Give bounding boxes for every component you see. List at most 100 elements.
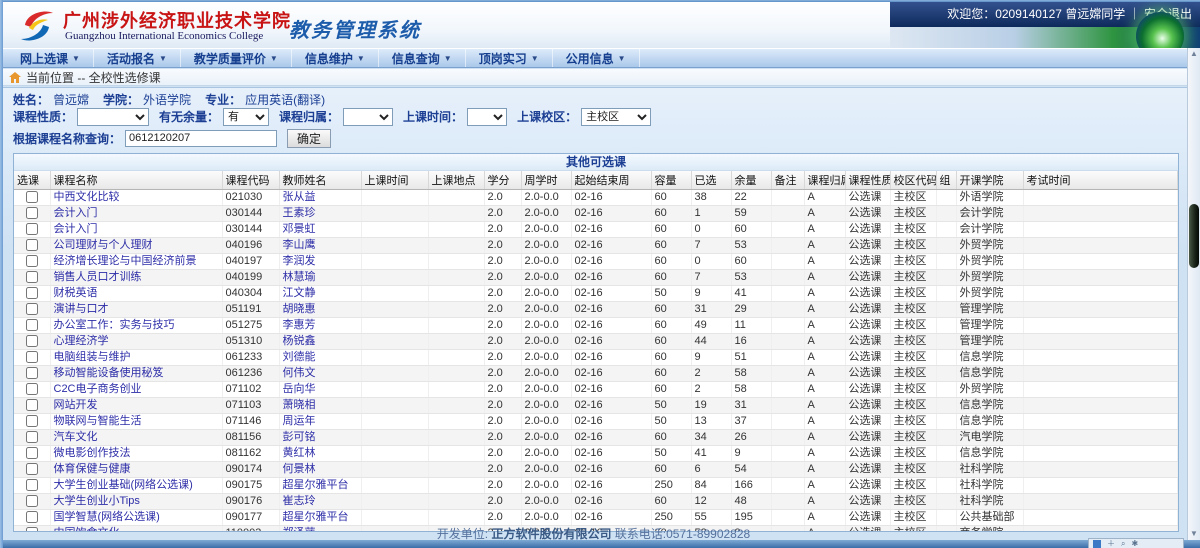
nav-item-teaching-quality-evaluation[interactable]: 教学质量评价▼ — [181, 49, 292, 67]
cell-course-name[interactable]: 公司理财与个人理财 — [50, 238, 222, 254]
cell-select — [14, 462, 50, 478]
select-course-checkbox[interactable] — [26, 287, 38, 299]
course-belong-select[interactable] — [343, 108, 393, 126]
cell-teacher-name[interactable]: 超星尔雅平台 — [279, 478, 361, 494]
select-course-checkbox[interactable] — [26, 463, 38, 475]
cell-teacher-name[interactable]: 萧晓相 — [279, 398, 361, 414]
cell-teacher-name[interactable]: 刘德能 — [279, 350, 361, 366]
select-course-checkbox[interactable] — [26, 447, 38, 459]
cell-teacher-name[interactable]: 崔志玲 — [279, 494, 361, 510]
remainder-select[interactable]: 有 — [223, 108, 269, 126]
select-course-checkbox[interactable] — [26, 367, 38, 379]
cell-course-name[interactable]: 大学生创业基础(网络公选课) — [50, 478, 222, 494]
cell-teacher-name[interactable]: 李惠芳 — [279, 318, 361, 334]
cell-course-name[interactable]: 移动智能设备使用秘笈 — [50, 366, 222, 382]
scrollbar-thumb[interactable] — [1189, 204, 1199, 268]
cell-teacher-name[interactable]: 张从益 — [279, 190, 361, 206]
select-course-checkbox[interactable] — [26, 223, 38, 235]
cell-campus: 主校区 — [890, 350, 936, 366]
cell-note — [771, 414, 804, 430]
cell-class-place — [428, 286, 484, 302]
nav-item-online-course-selection[interactable]: 网上选课▼ — [7, 49, 94, 67]
gear-icon[interactable]: ✱ — [1131, 540, 1138, 548]
select-course-checkbox[interactable] — [26, 431, 38, 443]
cell-course-code: 040196 — [222, 238, 279, 254]
cell-course-name[interactable]: 微电影创作技法 — [50, 446, 222, 462]
cell-course-name[interactable]: 中西文化比较 — [50, 190, 222, 206]
select-course-checkbox[interactable] — [26, 191, 38, 203]
cell-course-name[interactable]: 网站开发 — [50, 398, 222, 414]
cell-selected-count: 9 — [691, 286, 731, 302]
select-course-checkbox[interactable] — [26, 415, 38, 427]
magnifier-icon[interactable]: ⌕ — [1121, 540, 1125, 548]
column-header-remaining: 余量 — [731, 171, 771, 190]
page-scrollbar[interactable]: ▲ ▼ — [1187, 48, 1200, 540]
cell-teacher-name[interactable]: 王素珍 — [279, 206, 361, 222]
select-course-checkbox[interactable] — [26, 495, 38, 507]
cell-course-name[interactable]: 经济增长理论与中国经济前景 — [50, 254, 222, 270]
cell-teacher-name[interactable]: 岳向华 — [279, 382, 361, 398]
cell-teacher-name[interactable]: 超星尔雅平台 — [279, 510, 361, 526]
cell-teacher-name[interactable]: 李山鹰 — [279, 238, 361, 254]
cell-course-name[interactable]: 物联网与智能生活 — [50, 414, 222, 430]
cell-course-name[interactable]: 汽车文化 — [50, 430, 222, 446]
cell-course-name[interactable]: 演讲与口才 — [50, 302, 222, 318]
cell-course-name[interactable]: 大学生创业小Tips — [50, 494, 222, 510]
browser-toolbar-fragment: ＋ ⌕ ✱ — [1088, 538, 1184, 548]
cell-course-name[interactable]: 电脑组装与维护 — [50, 350, 222, 366]
nav-item-activity-registration[interactable]: 活动报名▼ — [94, 49, 181, 67]
select-course-checkbox[interactable] — [26, 511, 38, 523]
cell-teacher-name[interactable]: 周运年 — [279, 414, 361, 430]
cell-course-name[interactable]: C2C电子商务创业 — [50, 382, 222, 398]
cell-teacher-name[interactable]: 林慧瑜 — [279, 270, 361, 286]
cell-course-name[interactable]: 会计入门 — [50, 222, 222, 238]
class-time-select[interactable] — [467, 108, 507, 126]
cell-course-name[interactable]: 办公室工作：实务与技巧 — [50, 318, 222, 334]
campus-select[interactable]: 主校区 — [581, 108, 651, 126]
select-course-checkbox[interactable] — [26, 255, 38, 267]
cell-teacher-name[interactable]: 杨锐鑫 — [279, 334, 361, 350]
cell-teacher-name[interactable]: 彭可铭 — [279, 430, 361, 446]
cell-course-name[interactable]: 会计入门 — [50, 206, 222, 222]
scroll-down-button[interactable]: ▼ — [1188, 528, 1200, 540]
cell-teacher-name[interactable]: 江文静 — [279, 286, 361, 302]
column-header-class-time: 上课时间 — [361, 171, 428, 190]
select-course-checkbox[interactable] — [26, 271, 38, 283]
browser-toolbar-icon[interactable] — [1093, 540, 1101, 548]
cell-select — [14, 270, 50, 286]
cell-course-name[interactable]: 体育保健与健康 — [50, 462, 222, 478]
cell-course-name[interactable]: 财税英语 — [50, 286, 222, 302]
select-course-checkbox[interactable] — [26, 479, 38, 491]
cell-weeks: 02-16 — [571, 334, 651, 350]
course-nature-select[interactable] — [77, 108, 149, 126]
plus-icon[interactable]: ＋ — [1107, 540, 1115, 548]
cell-capacity: 60 — [651, 430, 691, 446]
select-course-checkbox[interactable] — [26, 239, 38, 251]
scroll-up-button[interactable]: ▲ — [1188, 48, 1200, 60]
nav-item-info-maintenance[interactable]: 信息维护▼ — [292, 49, 379, 67]
select-course-checkbox[interactable] — [26, 303, 38, 315]
cell-course-belong: A — [804, 190, 845, 206]
confirm-button[interactable]: 确定 — [287, 129, 331, 148]
cell-college: 社科学院 — [956, 478, 1023, 494]
select-course-checkbox[interactable] — [26, 399, 38, 411]
cell-course-name[interactable]: 销售人员口才训练 — [50, 270, 222, 286]
cell-note — [771, 222, 804, 238]
cell-course-name[interactable]: 心理经济学 — [50, 334, 222, 350]
nav-item-info-query[interactable]: 信息查询▼ — [379, 49, 466, 67]
nav-item-public-info[interactable]: 公用信息▼ — [553, 49, 640, 67]
cell-teacher-name[interactable]: 李润发 — [279, 254, 361, 270]
select-course-checkbox[interactable] — [26, 383, 38, 395]
cell-teacher-name[interactable]: 何伟文 — [279, 366, 361, 382]
nav-item-internship[interactable]: 顶岗实习▼ — [466, 49, 553, 67]
select-course-checkbox[interactable] — [26, 351, 38, 363]
cell-course-name[interactable]: 国学智慧(网络公选课) — [50, 510, 222, 526]
course-search-input[interactable] — [125, 130, 277, 147]
cell-teacher-name[interactable]: 邓景虹 — [279, 222, 361, 238]
cell-teacher-name[interactable]: 胡晓惠 — [279, 302, 361, 318]
select-course-checkbox[interactable] — [26, 335, 38, 347]
select-course-checkbox[interactable] — [26, 207, 38, 219]
select-course-checkbox[interactable] — [26, 319, 38, 331]
cell-teacher-name[interactable]: 黄红林 — [279, 446, 361, 462]
cell-teacher-name[interactable]: 何景林 — [279, 462, 361, 478]
